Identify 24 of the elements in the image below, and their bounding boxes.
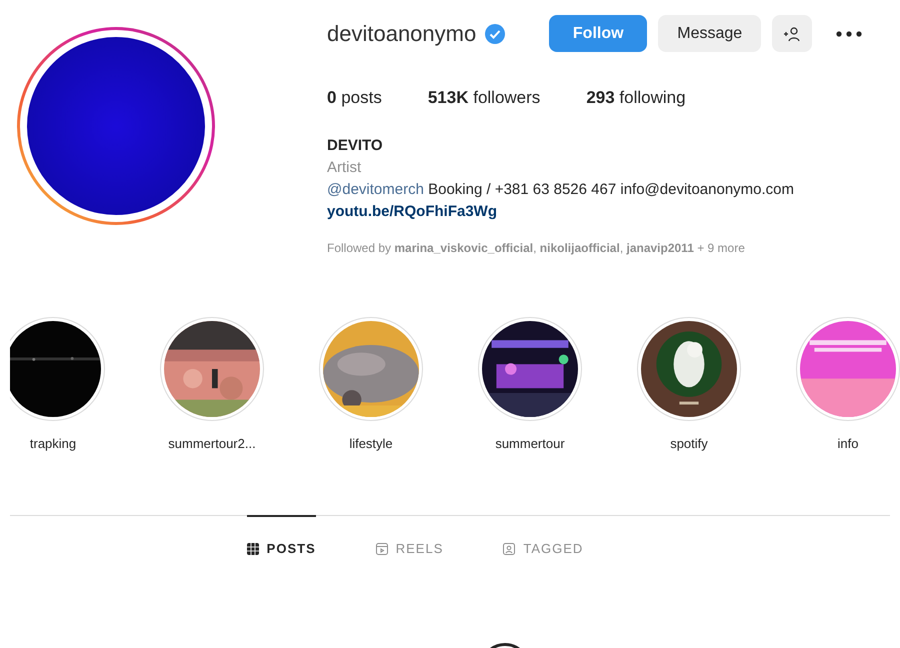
username: devitoanonymo bbox=[327, 20, 476, 48]
highlight-label: lifestyle bbox=[349, 434, 393, 453]
message-button[interactable]: Message bbox=[658, 15, 762, 52]
profile-stat[interactable]: 293 following bbox=[586, 85, 686, 110]
profile-stat: 0 posts bbox=[327, 87, 382, 109]
highlight-label: info bbox=[838, 434, 858, 452]
highlight-label: trapking bbox=[30, 434, 76, 453]
bio-text: Booking / +381 63 8526 467 info@devitoanonymo.com bbox=[428, 180, 794, 198]
grid-icon bbox=[246, 542, 259, 555]
more-options-icon[interactable] bbox=[836, 30, 862, 36]
profile-stat[interactable]: 513K followers bbox=[428, 85, 540, 110]
highlight-label: summertour bbox=[495, 434, 565, 452]
add-person-button[interactable] bbox=[772, 15, 812, 52]
highlight-label: spotify bbox=[670, 434, 708, 453]
add-person-icon bbox=[783, 26, 802, 42]
highlight-label: summertour2... bbox=[168, 434, 256, 452]
followed-by-text: Followed by marina_viskovic_official, nikolijaofficial, janavip2011 + 9 more bbox=[327, 240, 746, 256]
category-label: Artist bbox=[327, 158, 362, 178]
display-name: DEVITO bbox=[327, 136, 384, 156]
website-link[interactable]: youtu.be/RQoFhiFa3Wg bbox=[327, 200, 497, 222]
person-tag-icon bbox=[503, 542, 516, 555]
profile-tab[interactable]: POSTS bbox=[246, 515, 316, 558]
mention-link[interactable]: @devitomerch bbox=[327, 180, 424, 198]
video-icon bbox=[376, 542, 388, 555]
